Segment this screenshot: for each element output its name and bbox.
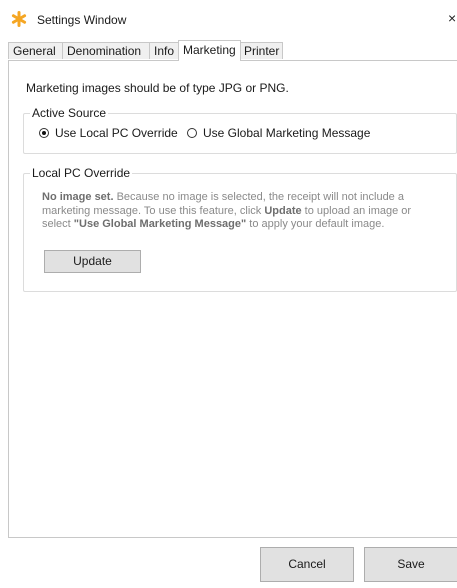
radio-checked-icon	[39, 128, 49, 138]
asterisk-icon	[11, 11, 27, 27]
desc-text: to apply your default image.	[246, 218, 385, 230]
active-source-group: Active Source Use Local PC Override Use …	[23, 106, 457, 154]
cancel-button[interactable]: Cancel	[260, 547, 354, 582]
settings-window: Settings Window × General Denomination I…	[0, 0, 457, 588]
save-button[interactable]: Save	[364, 547, 457, 582]
tab-info[interactable]: Info	[149, 42, 180, 59]
desc-bold-global: "Use Global Marketing Message"	[73, 218, 247, 230]
tab-strip: General Denomination Info Marketing Prin…	[8, 40, 457, 61]
file-type-note: Marketing images should be of type JPG o…	[26, 81, 289, 95]
tab-marketing[interactable]: Marketing	[178, 40, 241, 61]
radio-global-marketing-message[interactable]: Use Global Marketing Message	[187, 126, 370, 140]
tab-general[interactable]: General	[8, 42, 63, 59]
active-source-legend: Active Source	[30, 106, 109, 120]
window-title: Settings Window	[37, 13, 127, 27]
radio-label: Use Global Marketing Message	[203, 126, 371, 140]
local-pc-override-group: Local PC Override No image set. Because …	[23, 166, 457, 292]
title-bar: Settings Window ×	[0, 0, 457, 40]
radio-label: Use Local PC Override	[55, 126, 178, 140]
radio-unchecked-icon	[187, 128, 197, 138]
update-button[interactable]: Update	[44, 250, 141, 273]
desc-bold-no-image: No image set.	[42, 191, 114, 203]
no-image-description: No image set. Because no image is select…	[42, 191, 422, 232]
close-icon[interactable]: ×	[448, 10, 456, 26]
radio-local-pc-override[interactable]: Use Local PC Override	[39, 126, 178, 140]
marketing-tab-page: Marketing images should be of type JPG o…	[8, 60, 457, 538]
tab-denomination[interactable]: Denomination	[62, 42, 150, 59]
local-pc-override-legend: Local PC Override	[30, 166, 133, 180]
tab-printer[interactable]: Printer	[239, 42, 283, 59]
desc-bold-update: Update	[264, 204, 302, 217]
